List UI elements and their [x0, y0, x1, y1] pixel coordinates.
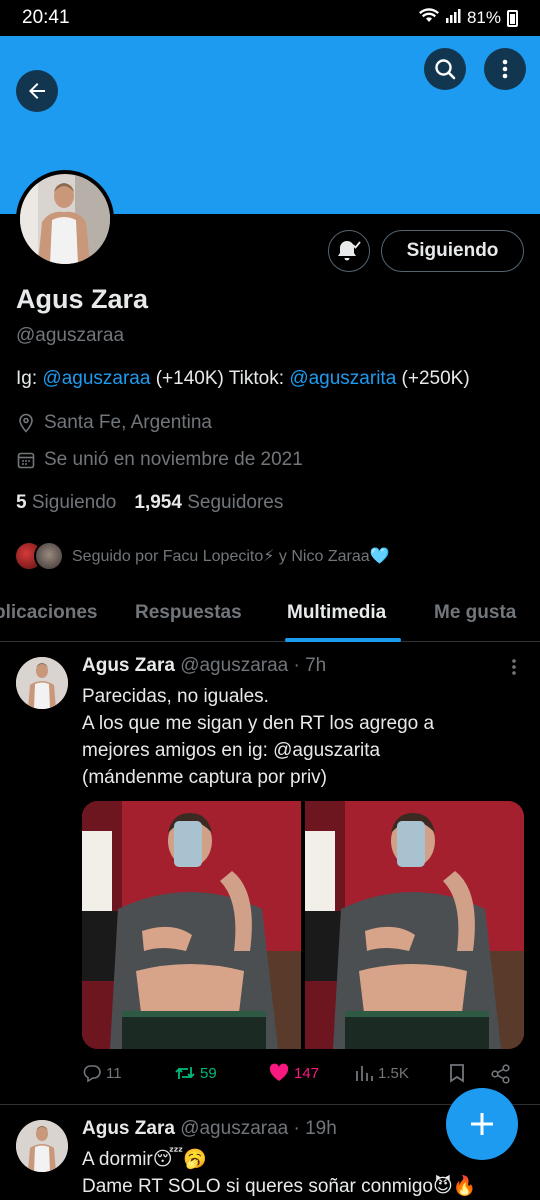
tweet-actions: 11 59 147 1.5K [82, 1063, 522, 1091]
following-link[interactable]: 5 Siguiendo [16, 492, 116, 513]
tweet-handle-time: @aguszaraa · 19h [180, 1118, 337, 1139]
bell-check-icon [338, 241, 361, 261]
tab-respuestas[interactable]: Respuestas [135, 602, 242, 624]
calendar-icon [17, 452, 35, 469]
tweet-text: A dormir😴🥱 Dame RT SOLO si queres soñar … [82, 1149, 477, 1197]
tweet-author-name[interactable]: Agus Zara [82, 1118, 175, 1139]
search-icon [435, 59, 456, 80]
tweet-avatar[interactable] [16, 1120, 68, 1172]
wifi-icon [418, 7, 439, 29]
compose-tweet-button[interactable] [446, 1088, 518, 1160]
retweet-icon [175, 1067, 195, 1079]
status-bar: 20:41 81% [0, 0, 540, 36]
profile-tabs: plicaciones Respuestas Multimedia Me gus… [0, 592, 540, 642]
followed-by-row[interactable]: Seguido por Facu Lopecito⚡ y Nico Zaraa🩵 [14, 538, 390, 574]
share-icon [491, 1064, 510, 1084]
tweet-header: Agus Zara @aguszaraa · 7h [82, 655, 326, 677]
bio-link-tiktok[interactable]: @aguszarita [289, 368, 396, 389]
tweet-handle-time: @aguszaraa · 7h [180, 655, 327, 676]
more-options-button[interactable] [484, 48, 526, 90]
views-button[interactable]: 1.5K [354, 1063, 409, 1083]
arrow-left-icon [29, 83, 45, 99]
more-vertical-icon [512, 659, 516, 675]
tweet-more-button[interactable] [506, 657, 522, 683]
battery-icon [507, 9, 518, 27]
more-vertical-icon [502, 59, 508, 79]
battery-percent: 81% [466, 8, 501, 27]
tweet[interactable]: Agus Zara @aguszaraa · 7h Parecidas, no … [0, 643, 540, 1105]
notifications-button[interactable] [328, 230, 370, 272]
heart-filled-icon [269, 1063, 289, 1081]
share-button[interactable] [490, 1063, 512, 1085]
profile-bio: Ig: @aguszaraa (+140K) Tiktok: @aguszari… [16, 368, 470, 389]
tweet-photo[interactable] [82, 801, 301, 1049]
bookmark-button[interactable] [448, 1063, 466, 1083]
clock: 20:41 [22, 7, 70, 28]
tab-me-gusta[interactable]: Me gusta [434, 602, 516, 624]
tweet-author-name[interactable]: Agus Zara [82, 655, 175, 676]
search-button[interactable] [424, 48, 466, 90]
like-button[interactable]: 147 [268, 1063, 319, 1083]
profile-handle: @aguszaraa [16, 325, 125, 346]
reply-button[interactable]: 11 [82, 1063, 122, 1083]
active-tab-indicator [285, 638, 401, 642]
follow-counts: 5 Siguiendo 1,954 Seguidores [16, 492, 283, 514]
tab-multimedia[interactable]: Multimedia [287, 602, 386, 624]
back-button[interactable] [16, 70, 58, 112]
reply-icon [83, 1065, 101, 1083]
profile-avatar[interactable] [16, 170, 114, 268]
profile-location: Santa Fe, Argentina [16, 412, 212, 434]
follower-avatar [34, 541, 64, 571]
signal-icon [445, 8, 461, 29]
bio-link-ig[interactable]: @aguszaraa [42, 368, 150, 389]
tweet-media[interactable] [82, 801, 524, 1049]
tab-publicaciones[interactable]: plicaciones [0, 602, 98, 624]
tweet-text: Parecidas, no iguales. A los que me siga… [82, 686, 435, 788]
analytics-icon [356, 1066, 373, 1081]
tweet-header: Agus Zara @aguszaraa · 19h [82, 1118, 337, 1140]
tweet-photo[interactable] [305, 801, 524, 1049]
tweet-avatar[interactable] [16, 657, 68, 709]
location-pin-icon [19, 413, 33, 433]
plus-icon [471, 1113, 493, 1135]
retweet-button[interactable]: 59 [174, 1063, 217, 1083]
following-button[interactable]: Siguiendo [381, 230, 524, 272]
followers-link[interactable]: 1,954 Seguidores [134, 492, 283, 513]
profile-name: Agus Zara [16, 284, 149, 314]
profile-joined-date: Se unió en noviembre de 2021 [16, 449, 303, 471]
bookmark-icon [450, 1064, 464, 1083]
